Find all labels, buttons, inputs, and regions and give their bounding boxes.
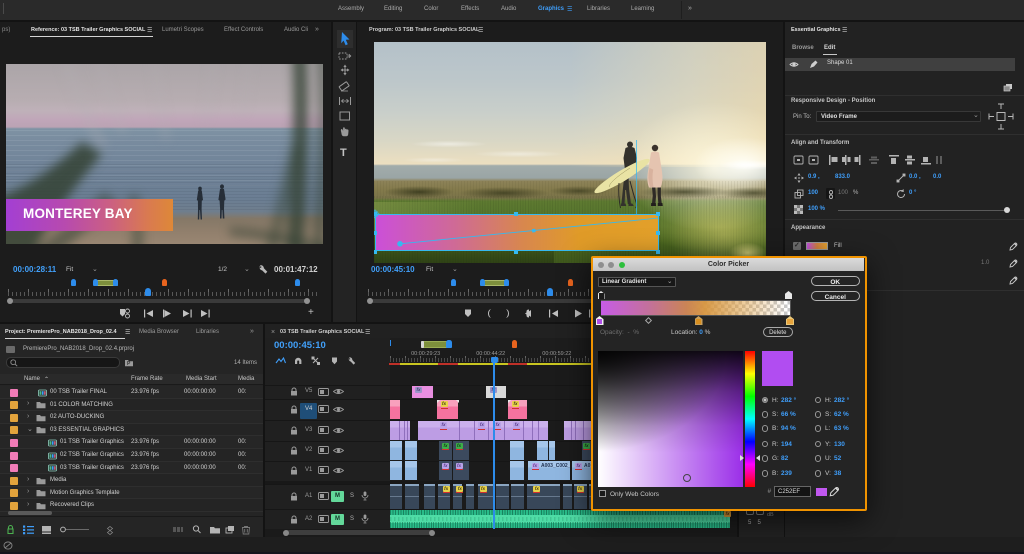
svg-text:T: T <box>340 147 347 159</box>
